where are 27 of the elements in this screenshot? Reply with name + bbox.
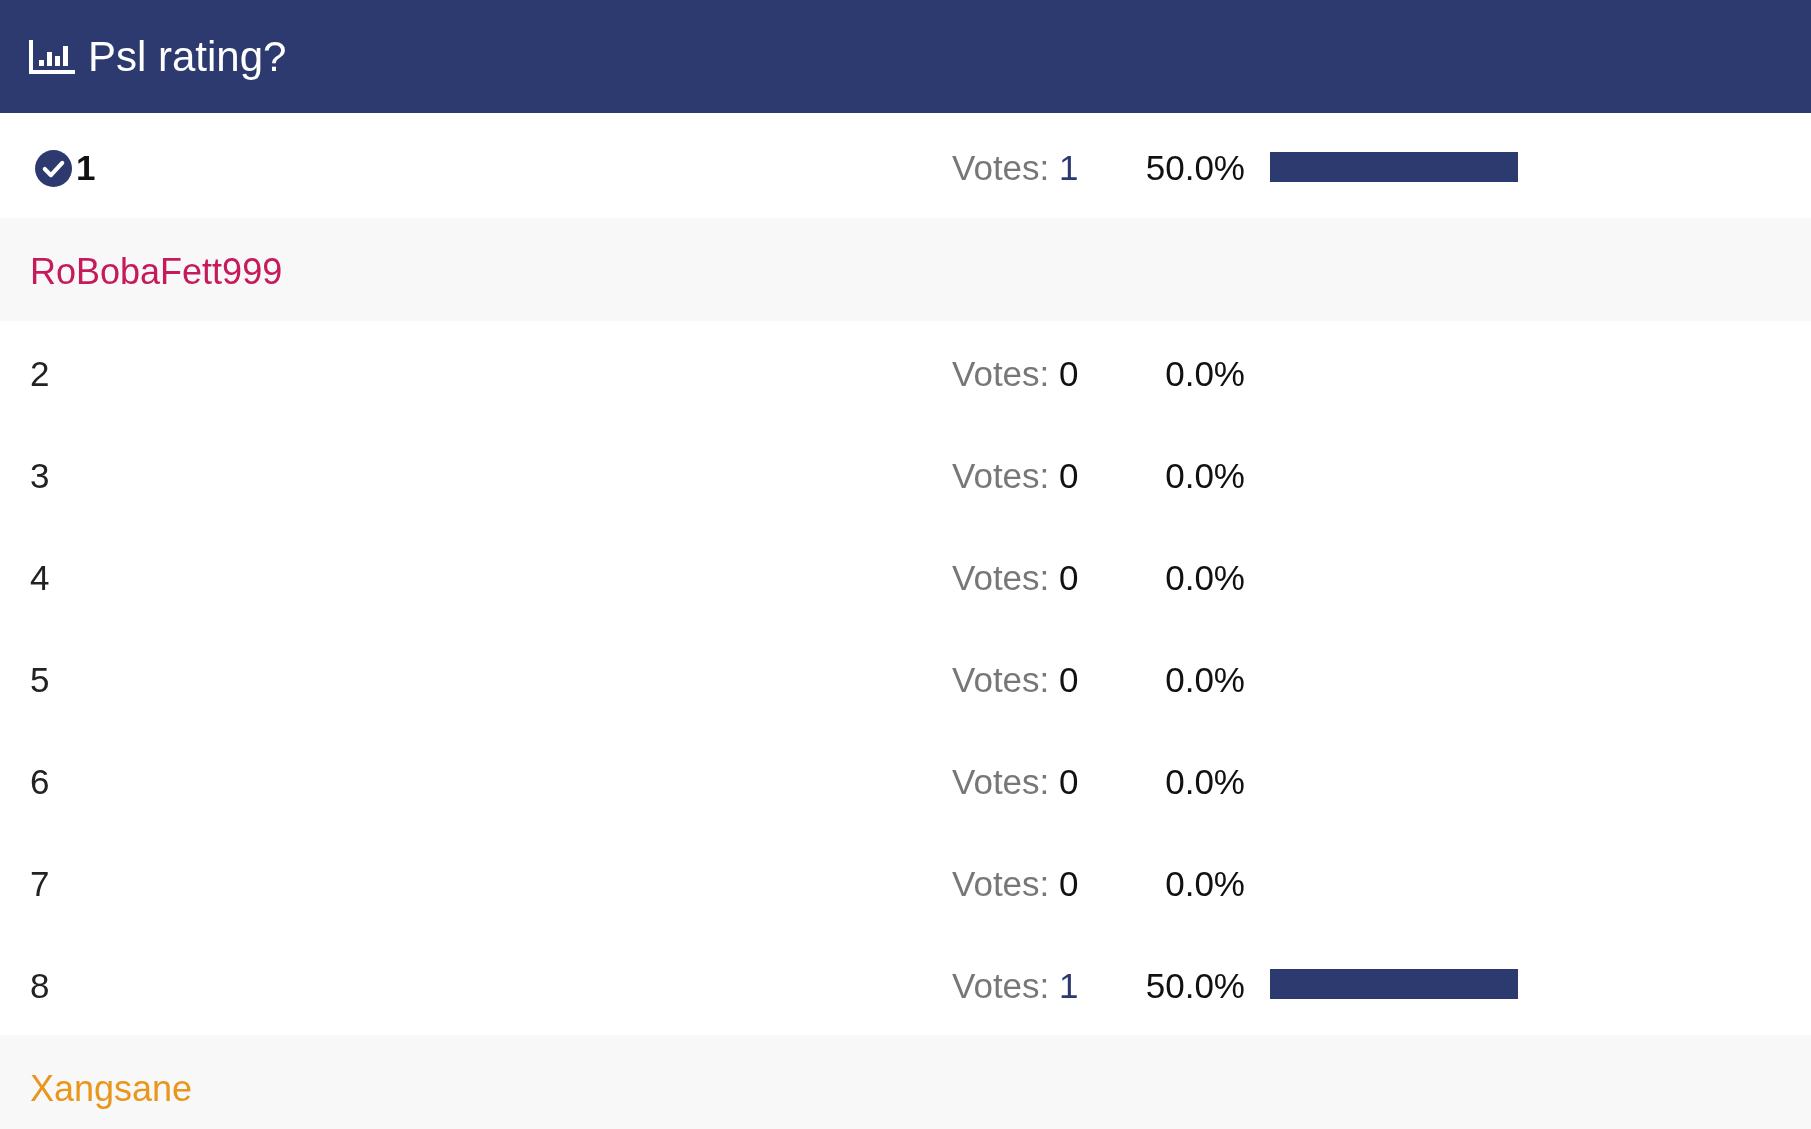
option-label: 1 <box>76 148 96 189</box>
vote-percentage: 0.0% <box>1164 863 1246 905</box>
vote-count: Votes: 0 <box>952 455 1080 497</box>
vote-percentage: 0.0% <box>1164 761 1246 803</box>
option-label: 3 <box>30 455 50 497</box>
vote-count: Votes: 0 <box>952 659 1080 701</box>
vote-percentage: 50.0% <box>1144 148 1246 189</box>
option-label: 6 <box>30 761 50 803</box>
vote-percentage: 0.0% <box>1164 353 1246 395</box>
vote-count: Votes: 1 <box>952 148 1080 189</box>
vote-count: Votes: 1 <box>952 965 1080 1007</box>
option-label: 8 <box>30 965 50 1007</box>
option-label: 2 <box>30 353 50 395</box>
option-label: 7 <box>30 863 50 905</box>
option-label: 4 <box>30 557 50 599</box>
poll-title: Psl rating? <box>88 35 287 78</box>
vote-percentage: 0.0% <box>1164 659 1246 701</box>
vote-count: Votes: 0 <box>952 353 1080 395</box>
vote-percentage: 0.0% <box>1164 455 1246 497</box>
vote-percentage: 0.0% <box>1164 557 1246 599</box>
vote-count: Votes: 0 <box>952 761 1080 803</box>
bar-chart-icon <box>29 39 75 74</box>
vote-count: Votes: 0 <box>952 863 1080 905</box>
vote-count: Votes: 0 <box>952 557 1080 599</box>
voter-name[interactable]: RoBobaFett999 <box>30 251 283 293</box>
option-label: 5 <box>30 659 50 701</box>
vote-percentage: 50.0% <box>1144 965 1246 1007</box>
